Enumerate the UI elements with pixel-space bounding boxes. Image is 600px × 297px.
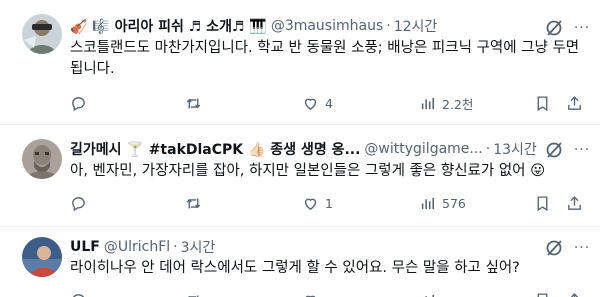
like-count: 1: [325, 195, 333, 211]
separator-dot: ·: [485, 141, 491, 157]
views-icon: [425, 294, 435, 297]
views-icon: [421, 97, 435, 109]
reply-button[interactable]: [70, 290, 87, 297]
retweet-icon: [186, 198, 201, 208]
heart-icon: [304, 198, 317, 210]
handle[interactable]: @wittygilgame...: [364, 141, 482, 157]
views-button[interactable]: [419, 290, 436, 297]
share-icon: [570, 292, 579, 297]
bookmark-button[interactable]: [534, 93, 551, 113]
reply-icon: [72, 293, 85, 297]
grok-icon[interactable]: [544, 140, 564, 160]
display-name[interactable]: ULF: [70, 239, 100, 255]
timestamp[interactable]: 13시간: [493, 139, 537, 159]
views-count: 2.2천: [442, 96, 474, 112]
separator-dot: ·: [386, 18, 391, 34]
handle[interactable]: @UlrichFl: [104, 239, 170, 255]
reply-button[interactable]: [70, 93, 93, 113]
reply-button[interactable]: [70, 193, 93, 213]
handle[interactable]: @3mausimhaus: [271, 18, 383, 34]
tweet-header: 🎻 🎼 아리아 피쉬 ♬ 소개♬ 🎹 @3mausimhaus · 12시간: [70, 16, 540, 36]
heart-icon: [305, 295, 316, 297]
tweet-text: 아, 벤자민, 가장자리를 잡아, 하지만 일본인들은 그렇게 좋은 향신료가 …: [70, 163, 546, 179]
views-button[interactable]: 2.2천: [419, 93, 473, 113]
retweet-icon: [186, 98, 201, 108]
share-button[interactable]: [566, 193, 583, 213]
reply-icon: [72, 196, 85, 211]
bookmark-icon: [537, 195, 548, 211]
retweet-button[interactable]: [185, 93, 208, 113]
like-button[interactable]: 4: [302, 93, 333, 113]
like-button[interactable]: 1: [302, 193, 333, 213]
more-icon[interactable]: ···: [572, 238, 592, 258]
tweet-header: ULF @UlrichFl · 3시간: [70, 237, 540, 257]
action-bar: [70, 290, 590, 297]
avatar[interactable]: [22, 139, 62, 179]
bookmark-button[interactable]: [534, 290, 551, 297]
tweet-text: 스코틀랜드도 마찬가지입니다. 학교 반 동물원 소풍; 배낭은 피크닉 구역에…: [70, 40, 580, 77]
more-icon[interactable]: ···: [572, 18, 592, 38]
views-button[interactable]: 576: [419, 193, 466, 213]
like-button[interactable]: [302, 290, 319, 297]
tweet[interactable]: 🎻 🎼 아리아 피쉬 ♬ 소개♬ 🎹 @3mausimhaus · 12시간 ·…: [0, 0, 600, 124]
more-icon[interactable]: ···: [572, 140, 592, 160]
bookmark-button[interactable]: [534, 193, 551, 213]
action-bar: 1 576: [70, 193, 590, 213]
bookmark-icon: [537, 292, 548, 297]
avatar[interactable]: [22, 237, 62, 277]
grok-icon[interactable]: [544, 18, 564, 38]
share-icon: [568, 95, 581, 110]
timestamp[interactable]: 12시간: [394, 16, 438, 36]
reply-icon: [72, 96, 85, 111]
like-count: 4: [325, 95, 333, 111]
views-count: 576: [442, 195, 466, 211]
retweet-button[interactable]: [185, 193, 208, 213]
timestamp[interactable]: 3시간: [181, 237, 216, 257]
retweet-button[interactable]: [185, 290, 202, 297]
share-button[interactable]: [566, 290, 583, 297]
display-name[interactable]: 🎻 🎼 아리아 피쉬 ♬ 소개♬ 🎹: [70, 16, 267, 36]
retweet-icon: [187, 295, 199, 297]
separator-dot: ·: [173, 239, 178, 255]
tweet[interactable]: ULF @UlrichFl · 3시간 ··· 라이히나우 안 데어 락스에서도…: [0, 227, 600, 297]
tweet-text: 라이히나우 안 데어 락스에서도 그렇게 할 수 있어요. 무슨 말을 하고 싶…: [70, 260, 520, 276]
display-name[interactable]: 길가메시 🍸 #takDlaCPK 👍🏻 종생 생명 옹...: [70, 139, 360, 159]
views-icon: [421, 197, 435, 209]
bookmark-icon: [537, 95, 548, 111]
grok-icon[interactable]: [544, 238, 564, 258]
share-icon: [568, 195, 581, 210]
tweet[interactable]: 길가메시 🍸 #takDlaCPK 👍🏻 종생 생명 옹... @wittygi…: [0, 125, 600, 226]
avatar[interactable]: [22, 14, 62, 54]
action-bar: 4 2.2천: [70, 93, 590, 113]
share-button[interactable]: [566, 93, 583, 113]
tweet-header: 길가메시 🍸 #takDlaCPK 👍🏻 종생 생명 옹... @wittygi…: [70, 139, 540, 159]
heart-icon: [304, 98, 317, 110]
